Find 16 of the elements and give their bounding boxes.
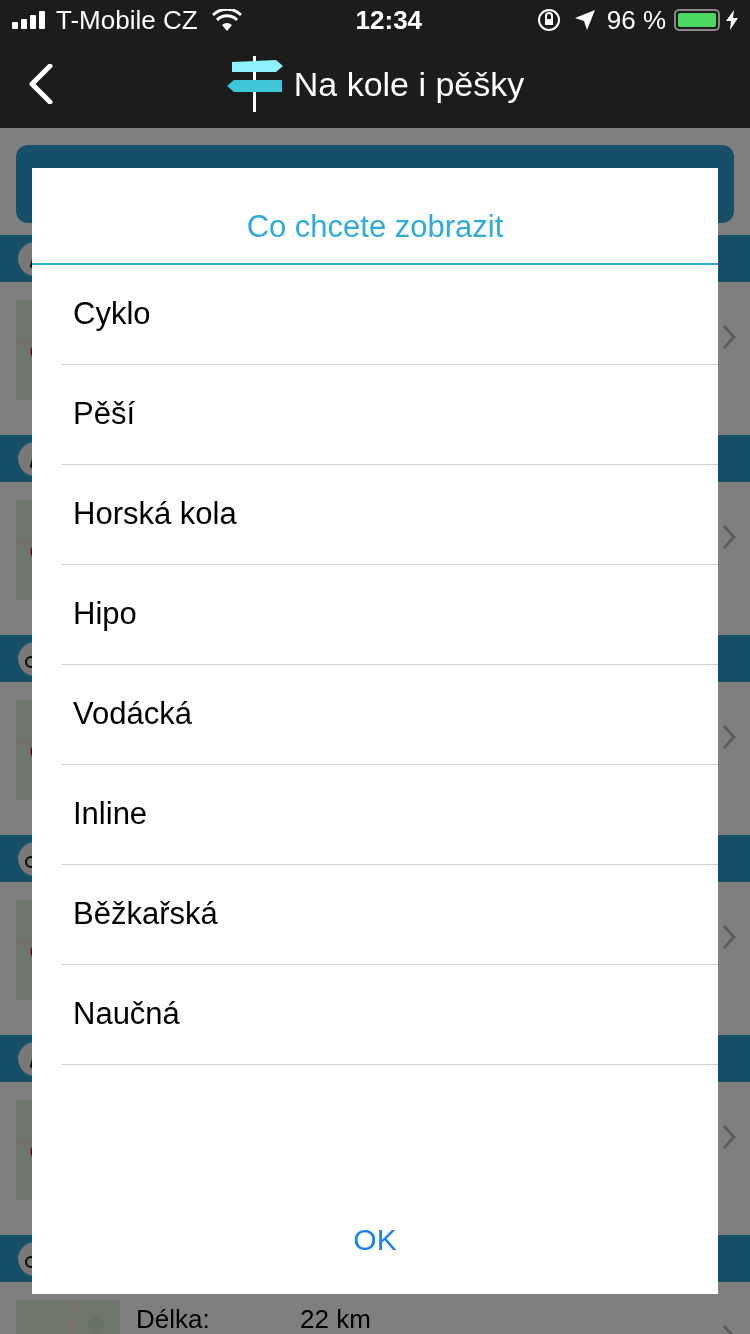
length-label: Délka: (136, 1303, 211, 1334)
option-item[interactable]: Inline (62, 765, 718, 865)
battery-percent: 96 % (606, 3, 666, 37)
length-value: 22 km (300, 1303, 371, 1334)
carrier-name: T-Mobile CZ (56, 3, 198, 37)
option-item[interactable]: Vodácká (62, 665, 718, 765)
option-item[interactable]: Hipo (62, 565, 718, 665)
ok-button[interactable]: OK (333, 1199, 417, 1279)
option-item[interactable]: Horská kola (62, 465, 718, 565)
app-title: Na kole i pěšky (293, 63, 525, 105)
option-item[interactable]: Běžkařská (62, 865, 718, 965)
option-item[interactable]: Pěší (62, 365, 718, 465)
option-item[interactable]: Naučná (62, 965, 718, 1065)
dialog-title: Co chcete zobrazit (246, 208, 504, 247)
clock-time: 12:34 (355, 3, 423, 37)
option-item[interactable]: Cyklo (62, 265, 718, 365)
